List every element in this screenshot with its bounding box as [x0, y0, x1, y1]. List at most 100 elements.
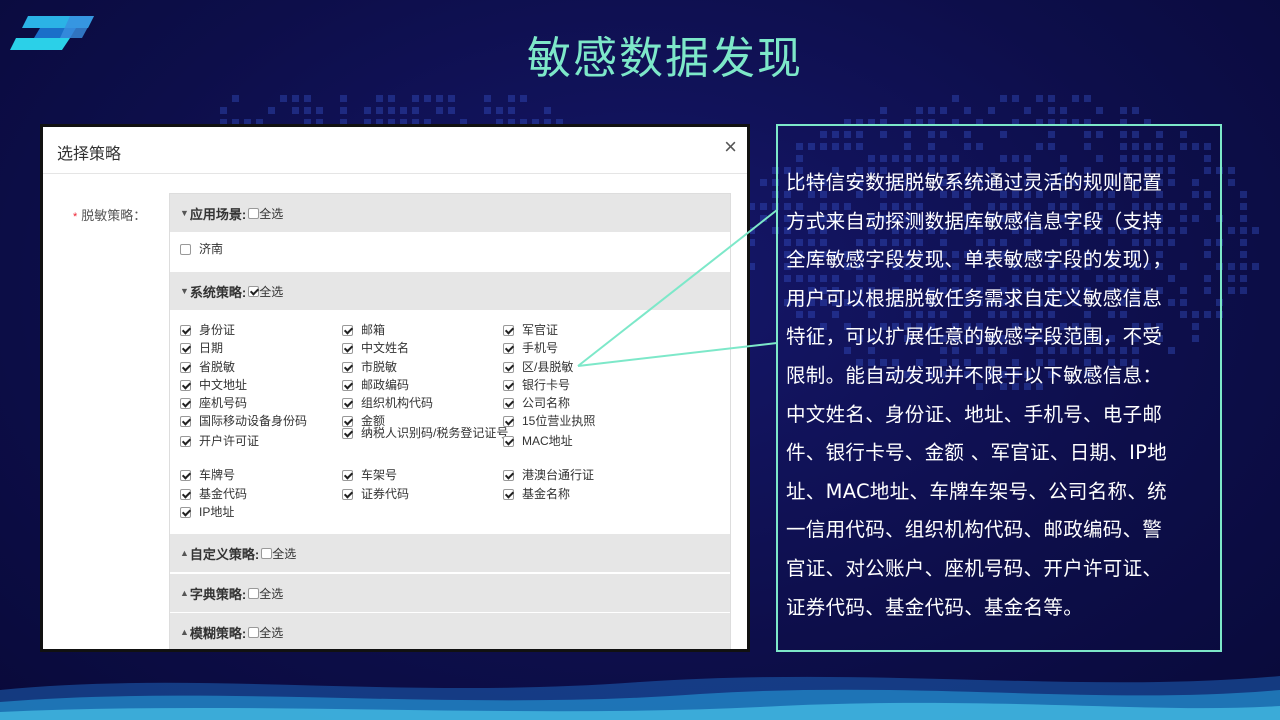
map-dot	[340, 95, 347, 102]
checkbox-icon[interactable]	[248, 587, 260, 599]
checkbox-icon[interactable]	[503, 470, 514, 481]
checkbox-icon[interactable]	[180, 507, 191, 518]
map-dot	[292, 95, 299, 102]
triangle-up-icon: ▲	[180, 588, 189, 598]
checkbox-icon[interactable]	[180, 244, 191, 255]
checkbox-icon[interactable]	[503, 436, 514, 447]
section-dict-title: 字典策略:	[189, 586, 247, 602]
map-dot	[1228, 275, 1235, 282]
map-dot	[1240, 287, 1247, 294]
checkbox-icon[interactable]	[503, 325, 514, 336]
map-dot	[1228, 227, 1235, 234]
map-dot	[436, 107, 443, 114]
system-item[interactable]: 车架号	[342, 468, 397, 483]
strategy-panel: ▼ 应用场景: 全选 济南 ▼ 系统策略: 全选 身份证 邮箱 军官证日期 中文姓名 手…	[169, 193, 731, 649]
map-dot	[1228, 179, 1235, 186]
map-dot	[1012, 95, 1019, 102]
checkbox-icon[interactable]	[342, 428, 353, 439]
system-item[interactable]: 证券代码	[342, 487, 409, 502]
checkbox-icon[interactable]	[180, 362, 191, 373]
system-item[interactable]: 市脱敏	[342, 360, 397, 375]
masking-strategy-label: * 脱敏策略：	[73, 205, 146, 224]
section-system-title: 系统策略:	[189, 284, 247, 300]
checkbox-icon[interactable]	[180, 343, 191, 354]
checkbox-icon[interactable]	[180, 325, 191, 336]
map-dot	[304, 95, 311, 102]
system-item[interactable]: MAC地址	[503, 434, 573, 449]
map-dot	[508, 95, 515, 102]
checkbox-icon[interactable]	[342, 362, 353, 373]
system-item[interactable]: IP地址	[180, 505, 234, 520]
checkbox-icon[interactable]	[180, 489, 191, 500]
map-dot	[484, 95, 491, 102]
checkbox-icon[interactable]	[180, 416, 191, 427]
system-item[interactable]: 车牌号	[180, 468, 235, 483]
system-item[interactable]: 银行卡号	[503, 378, 570, 393]
system-item[interactable]: 身份证	[180, 323, 235, 338]
map-dot	[1240, 227, 1247, 234]
checkbox-icon[interactable]	[248, 207, 260, 219]
fuzzy-select-all[interactable]: 全选	[248, 624, 283, 641]
system-item[interactable]: 区/县脱敏	[503, 360, 573, 375]
checkbox-icon[interactable]	[342, 343, 353, 354]
scene-select-all[interactable]: 全选	[248, 205, 283, 222]
section-fuzzy-header[interactable]: ▲ 模糊策略: 全选	[170, 613, 730, 649]
system-item[interactable]: 中文地址	[180, 378, 247, 393]
map-dot	[1048, 95, 1055, 102]
system-item[interactable]: 中文姓名	[342, 341, 409, 356]
system-item[interactable]: 邮箱	[342, 323, 385, 338]
checkbox-icon[interactable]	[261, 547, 273, 559]
checkbox-icon[interactable]	[503, 398, 514, 409]
dialog-title: 选择策略	[57, 146, 122, 163]
system-item[interactable]: 座机号码	[180, 396, 247, 411]
system-item[interactable]: 手机号	[503, 341, 558, 356]
checkbox-icon[interactable]	[180, 436, 191, 447]
system-item[interactable]: 公司名称	[503, 396, 570, 411]
system-item[interactable]: 组织机构代码	[342, 396, 433, 411]
checkbox-icon[interactable]	[342, 380, 353, 391]
checkbox-icon[interactable]	[180, 380, 191, 391]
map-dot	[280, 95, 287, 102]
checkbox-icon[interactable]	[180, 398, 191, 409]
system-item[interactable]: 省脱敏	[180, 360, 235, 375]
checkbox-icon[interactable]	[503, 362, 514, 373]
system-item-label: 港澳台通行证	[522, 468, 595, 482]
dict-select-all[interactable]: 全选	[248, 585, 283, 602]
checkbox-icon[interactable]	[342, 325, 353, 336]
required-mark: *	[73, 211, 78, 223]
checkbox-icon[interactable]	[180, 470, 191, 481]
checkbox-icon[interactable]	[342, 398, 353, 409]
system-item[interactable]: 开户许可证	[180, 434, 259, 449]
system-item[interactable]: 国际移动设备身份码	[180, 414, 307, 429]
map-dot	[304, 107, 311, 114]
system-item[interactable]: 日期	[180, 341, 223, 356]
system-item[interactable]: 15位营业执照	[503, 414, 595, 429]
section-system-header[interactable]: ▼ 系统策略: 全选	[170, 272, 730, 310]
map-dot	[1048, 107, 1055, 114]
custom-select-all[interactable]: 全选	[261, 545, 296, 562]
system-item[interactable]: 基金代码	[180, 487, 247, 502]
system-item[interactable]: 军官证	[503, 323, 558, 338]
checkbox-icon[interactable]	[503, 489, 514, 500]
system-item[interactable]: 纳税人识别码/税务登记证号	[342, 426, 511, 441]
section-scene-header[interactable]: ▼ 应用场景: 全选	[170, 194, 730, 232]
system-item[interactable]: 邮政编码	[342, 378, 409, 393]
system-item-label: 日期	[199, 341, 224, 355]
system-select-all[interactable]: 全选	[248, 283, 283, 300]
checkbox-icon[interactable]	[503, 380, 514, 391]
checkbox-icon[interactable]	[342, 489, 353, 500]
system-item[interactable]: 港澳台通行证	[503, 468, 594, 483]
checkbox-icon[interactable]	[248, 626, 260, 638]
section-dict-header[interactable]: ▲ 字典策略: 全选	[170, 574, 730, 612]
checkbox-icon[interactable]	[342, 470, 353, 481]
map-dot	[232, 95, 239, 102]
section-custom-header[interactable]: ▲ 自定义策略: 全选	[170, 534, 730, 572]
system-item[interactable]: 基金名称	[503, 487, 570, 502]
system-item-label: IP地址	[199, 505, 235, 519]
description-box: 比特信安数据脱敏系统通过灵活的规则配置 方式来自动探测数据库敏感信息字段（支持 全库…	[776, 124, 1222, 652]
map-dot	[316, 107, 323, 114]
checkbox-icon[interactable]	[503, 343, 514, 354]
checkbox-icon[interactable]	[248, 285, 260, 297]
scene-item[interactable]: 济南	[180, 242, 223, 257]
close-icon[interactable]: ×	[724, 136, 737, 158]
